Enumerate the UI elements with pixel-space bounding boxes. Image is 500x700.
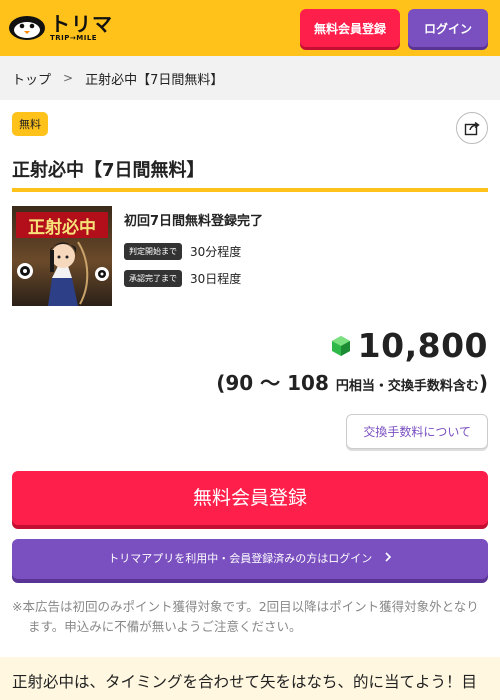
meta-row: 承認完了まで 30日程度 bbox=[124, 270, 488, 287]
register-button[interactable]: 無料会員登録 bbox=[12, 471, 488, 525]
meta-row: 判定開始まで 30分程度 bbox=[124, 243, 488, 260]
offer-thumbnail: 正射必中 bbox=[12, 206, 112, 306]
yen-equivalent: (90 〜 108 円相当・交換手数料含む) bbox=[12, 367, 488, 396]
header-login-button[interactable]: ログイン bbox=[407, 9, 488, 47]
header-register-button[interactable]: 無料会員登録 bbox=[299, 9, 400, 47]
share-icon bbox=[464, 121, 480, 136]
svg-text:正射必中: 正射必中 bbox=[28, 217, 96, 238]
logo-subtext: TRIP→MILE bbox=[50, 34, 98, 42]
yen-open-paren: ( bbox=[216, 371, 226, 395]
header: トリマ TRIP→MILE 無料会員登録 ログイン bbox=[0, 0, 500, 56]
meta-tag: 承認完了まで bbox=[124, 270, 182, 287]
free-badge: 無料 bbox=[12, 112, 48, 136]
logo[interactable]: トリマ TRIP→MILE bbox=[8, 14, 113, 42]
offer-condition: 初回7日間無料登録完了 bbox=[124, 214, 264, 229]
meta-tag: 判定開始まで bbox=[124, 243, 182, 260]
gem-icon bbox=[331, 335, 350, 356]
description: 正射必中は、タイミングを合わせて矢をはなち、的に当てよう！目指せ最高点！ bbox=[0, 657, 500, 700]
meta-value: 30分程度 bbox=[190, 245, 242, 259]
meta-value: 30日程度 bbox=[190, 272, 242, 286]
logo-mascot-icon bbox=[8, 15, 46, 41]
points-display: 10,800 bbox=[12, 326, 488, 365]
notice-text: ※本広告は初回のみポイント獲得対象です。2回目以降はポイント獲得対象外となります… bbox=[12, 599, 479, 634]
breadcrumb-home[interactable]: トップ bbox=[12, 69, 51, 88]
points-value: 10,800 bbox=[357, 326, 488, 365]
share-button[interactable] bbox=[456, 112, 488, 144]
yen-close-paren: ) bbox=[478, 371, 488, 395]
yen-suffix: 円相当・交換手数料含む bbox=[335, 379, 479, 394]
exchange-fee-button[interactable]: 交換手数料について bbox=[346, 414, 488, 449]
login-bar-button[interactable]: トリマアプリを利用中・会員登録済みの方はログイン bbox=[12, 539, 488, 579]
offer-title: 正射必中【7日間無料】 bbox=[12, 148, 488, 192]
login-bar-label: トリマアプリを利用中・会員登録済みの方はログイン bbox=[108, 552, 373, 565]
offer-card: 無料 正射必中【7日間無料】 正射必中 初回7日間無料登録完了 判定開始まで 3… bbox=[0, 100, 500, 657]
breadcrumb-separator: > bbox=[63, 71, 74, 85]
breadcrumb-current: 正射必中【7日間無料】 bbox=[85, 72, 224, 88]
breadcrumb: トップ > 正射必中【7日間無料】 bbox=[0, 56, 500, 100]
yen-range: 90 〜 108 bbox=[225, 371, 329, 395]
chevron-right-icon bbox=[384, 552, 392, 565]
logo-text: トリマ bbox=[50, 12, 113, 36]
